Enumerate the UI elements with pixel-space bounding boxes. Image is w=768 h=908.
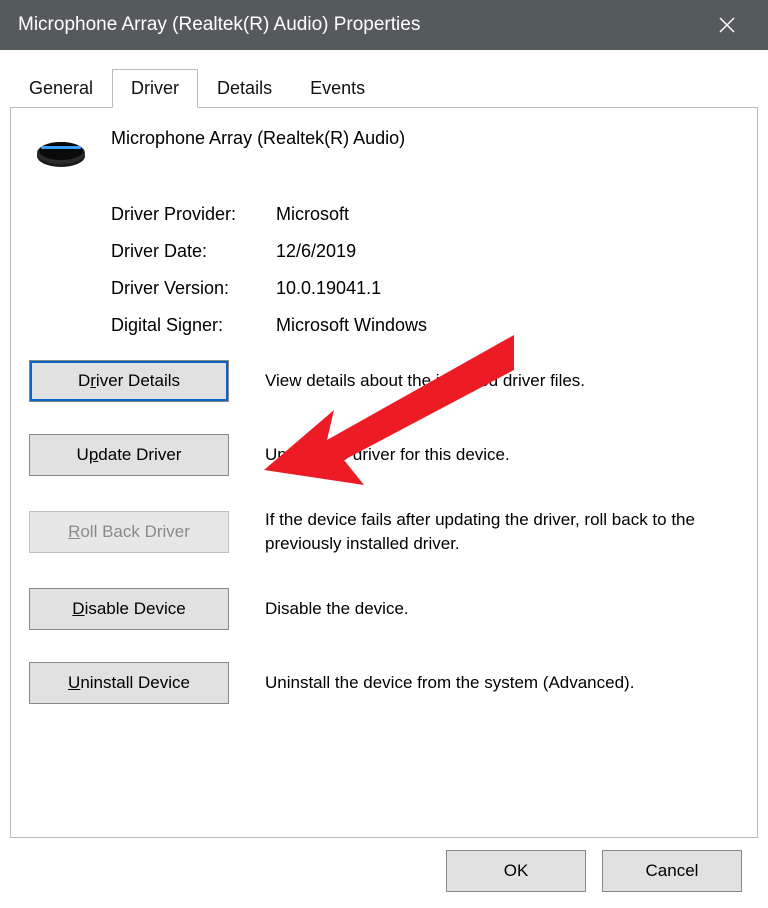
actions-area: Driver Details View details about the in…: [29, 360, 739, 704]
update-driver-desc: Update the driver for this device.: [265, 443, 739, 467]
driver-version-value: 10.0.19041.1: [276, 278, 739, 299]
driver-details-desc: View details about the installed driver …: [265, 369, 739, 393]
disable-device-button[interactable]: Disable Device: [29, 588, 229, 630]
digital-signer-value: Microsoft Windows: [276, 315, 739, 336]
cancel-button[interactable]: Cancel: [602, 850, 742, 892]
digital-signer-label: Digital Signer:: [111, 315, 276, 336]
close-button[interactable]: [704, 2, 750, 48]
driver-info-grid: Driver Provider: Microsoft Driver Date: …: [111, 204, 739, 336]
ok-button[interactable]: OK: [446, 850, 586, 892]
uninstall-device-desc: Uninstall the device from the system (Ad…: [265, 671, 739, 695]
driver-provider-value: Microsoft: [276, 204, 739, 225]
titlebar: Microphone Array (Realtek(R) Audio) Prop…: [0, 0, 768, 50]
driver-provider-label: Driver Provider:: [111, 204, 276, 225]
tab-strip: General Driver Details Events: [10, 68, 758, 108]
dialog-button-row: OK Cancel: [10, 838, 758, 908]
tab-panel-driver: Microphone Array (Realtek(R) Audio) Driv…: [10, 108, 758, 838]
disable-device-desc: Disable the device.: [265, 597, 739, 621]
driver-date-label: Driver Date:: [111, 241, 276, 262]
tab-events[interactable]: Events: [291, 69, 384, 108]
uninstall-device-button[interactable]: Uninstall Device: [29, 662, 229, 704]
annotation-arrow-icon: [264, 325, 524, 515]
tab-general[interactable]: General: [10, 69, 112, 108]
driver-version-label: Driver Version:: [111, 278, 276, 299]
device-header: Microphone Array (Realtek(R) Audio): [33, 128, 739, 176]
device-icon: [33, 128, 89, 176]
driver-details-button[interactable]: Driver Details: [29, 360, 229, 402]
window-title: Microphone Array (Realtek(R) Audio) Prop…: [18, 14, 704, 36]
device-name-label: Microphone Array (Realtek(R) Audio): [111, 128, 405, 149]
close-icon: [718, 16, 736, 34]
driver-date-value: 12/6/2019: [276, 241, 739, 262]
roll-back-driver-button: Roll Back Driver: [29, 511, 229, 553]
roll-back-driver-desc: If the device fails after updating the d…: [265, 508, 739, 556]
update-driver-button[interactable]: Update Driver: [29, 434, 229, 476]
tab-details[interactable]: Details: [198, 69, 291, 108]
tab-driver[interactable]: Driver: [112, 69, 198, 108]
